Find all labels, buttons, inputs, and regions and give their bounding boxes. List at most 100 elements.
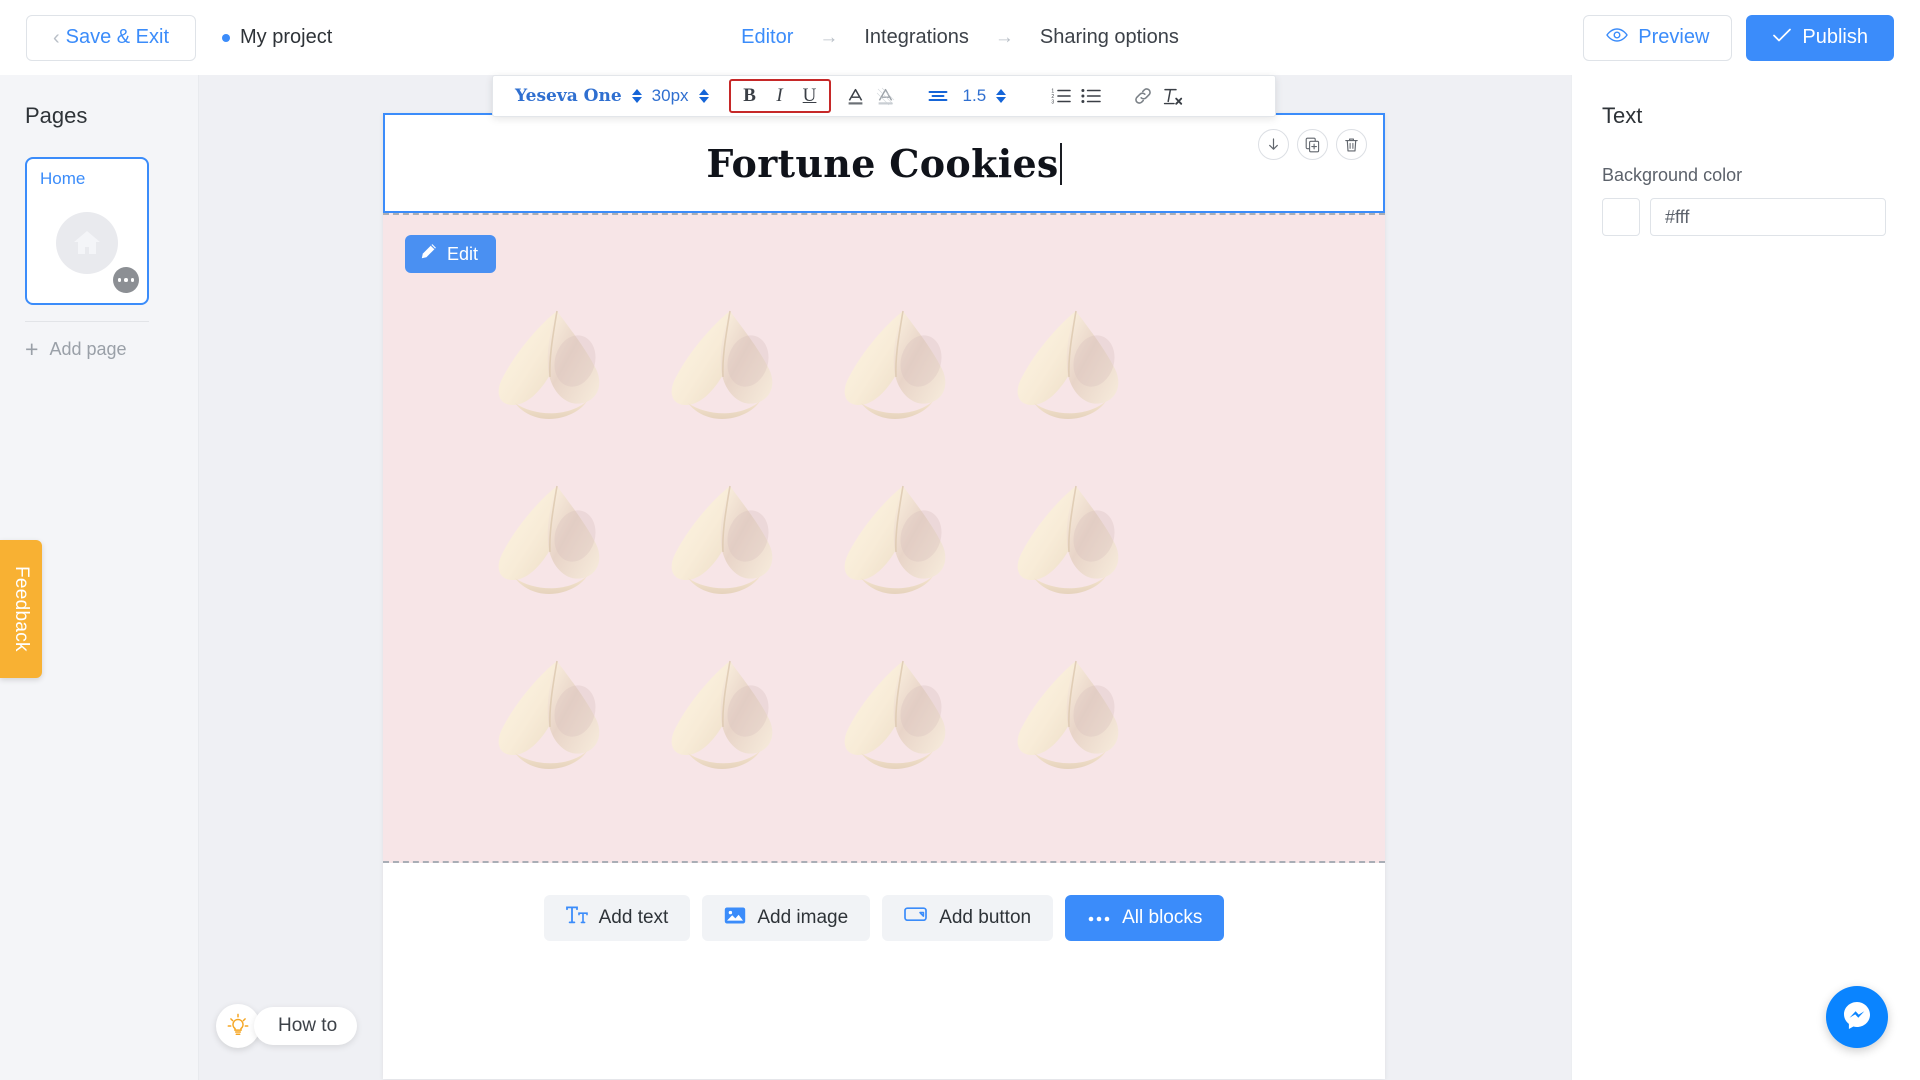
align-center-icon[interactable]	[923, 81, 953, 111]
top-bar-actions: Preview Publish	[1583, 14, 1894, 61]
fortune-cookie-image	[498, 310, 599, 419]
text-color-icon[interactable]	[841, 81, 871, 111]
editor-workspace: Fortune Cookies Edit Add text Add image …	[199, 75, 1571, 1080]
add-page-button[interactable]: + Add page	[25, 338, 198, 361]
dots-icon	[1087, 907, 1111, 929]
chevron-left-icon: ‹	[52, 26, 60, 49]
delete-icon[interactable]	[1336, 129, 1367, 160]
add-button-label: Add button	[939, 907, 1032, 928]
project-name[interactable]: My project	[222, 26, 332, 49]
line-height-select[interactable]: 1.5	[963, 86, 987, 106]
add-text-label: Add text	[598, 907, 669, 928]
cookie-image-grid	[463, 273, 1153, 798]
add-button-button[interactable]: Add button	[882, 895, 1054, 941]
line-height-stepper[interactable]	[996, 89, 1007, 103]
feedback-tab[interactable]: Feedback	[0, 540, 42, 678]
add-block-bar: Add text Add image Add button All blocks	[383, 863, 1385, 1079]
font-family-stepper[interactable]	[631, 89, 642, 103]
text-block[interactable]: Fortune Cookies	[383, 113, 1385, 213]
add-image-label: Add image	[757, 907, 849, 928]
text-icon	[565, 906, 588, 930]
font-size-stepper[interactable]	[698, 89, 709, 103]
add-page-label: Add page	[49, 339, 127, 359]
image-block[interactable]: Edit	[383, 213, 1385, 863]
breadcrumb-item-integrations[interactable]: Integrations	[860, 26, 973, 49]
font-family-select[interactable]: Yeseva One	[515, 86, 622, 106]
all-blocks-label: All blocks	[1122, 907, 1203, 928]
save-and-exit-button[interactable]: ‹ Save & Exit	[26, 14, 196, 61]
preview-label: Preview	[1638, 26, 1710, 48]
feedback-label: Feedback	[11, 566, 32, 652]
link-icon[interactable]	[1128, 81, 1158, 111]
publish-label: Publish	[1802, 26, 1868, 48]
fortune-cookie-image	[844, 485, 945, 594]
messenger-icon	[1839, 997, 1875, 1038]
fortune-cookie-image	[498, 660, 599, 769]
page-canvas: Fortune Cookies Edit Add text Add image …	[383, 113, 1385, 1079]
breadcrumb-item-editor[interactable]: Editor	[737, 26, 797, 49]
text-highlight-icon[interactable]	[871, 81, 901, 111]
fortune-cookie-image	[1017, 660, 1118, 769]
color-swatch[interactable]	[1602, 198, 1640, 236]
sidebar-divider	[25, 321, 149, 322]
block-actions	[1258, 129, 1367, 160]
bullet-list-icon[interactable]	[1076, 81, 1106, 111]
save-and-exit-label: Save & Exit	[65, 26, 170, 48]
page-card-home[interactable]: Home	[25, 157, 149, 305]
pencil-icon	[419, 242, 438, 266]
fortune-cookie-image	[1017, 310, 1118, 419]
text-format-toolbar: Yeseva One 30px B I U 1.5 1 2 3	[492, 75, 1276, 117]
fortune-cookie-image	[671, 485, 772, 594]
fortune-cookie-image	[498, 485, 599, 594]
fortune-cookie-image	[671, 660, 772, 769]
svg-text:3: 3	[1052, 99, 1055, 104]
image-icon	[724, 906, 746, 931]
breadcrumb: Editor → Integrations → Sharing options	[737, 26, 1183, 49]
home-icon	[56, 211, 118, 274]
preview-button[interactable]: Preview	[1583, 14, 1733, 61]
breadcrumb-arrow-icon: →	[819, 26, 839, 48]
ordered-list-icon[interactable]: 1 2 3	[1046, 81, 1076, 111]
fortune-cookie-image	[1017, 485, 1118, 594]
move-down-icon[interactable]	[1258, 129, 1289, 160]
edit-image-block-button[interactable]: Edit	[405, 235, 497, 273]
all-blocks-button[interactable]: All blocks	[1065, 895, 1225, 941]
duplicate-icon[interactable]	[1297, 129, 1328, 160]
eye-icon	[1606, 27, 1629, 48]
italic-button[interactable]: I	[765, 81, 795, 111]
messenger-button[interactable]	[1826, 986, 1888, 1048]
background-color-input[interactable]	[1650, 198, 1886, 236]
top-bar: ‹ Save & Exit My project Editor → Integr…	[0, 0, 1920, 75]
project-name-label: My project	[240, 26, 333, 48]
breadcrumb-item-sharing-options[interactable]: Sharing options	[1036, 26, 1183, 49]
add-image-button[interactable]: Add image	[702, 895, 871, 941]
plus-icon: +	[25, 336, 39, 362]
how-to-label: How to	[254, 1007, 358, 1045]
font-size-select[interactable]: 30px	[652, 86, 689, 106]
publish-button[interactable]: Publish	[1746, 14, 1894, 61]
check-icon	[1772, 27, 1792, 48]
fortune-cookie-image	[844, 310, 945, 419]
more-dots-icon	[117, 278, 122, 282]
clear-formatting-icon[interactable]	[1158, 81, 1188, 111]
bold-italic-underline-group: B I U	[728, 79, 831, 113]
text-caret	[1059, 142, 1062, 185]
button-icon	[904, 906, 928, 930]
properties-panel: Text Background color	[1571, 75, 1920, 1080]
how-to-widget[interactable]: How to	[216, 1004, 358, 1048]
page-card-more-button[interactable]	[113, 267, 139, 293]
panel-title: Text	[1602, 103, 1643, 128]
fortune-cookie-image	[844, 660, 945, 769]
edit-label: Edit	[447, 243, 479, 264]
more-dots-icon	[130, 278, 135, 282]
project-status-dot	[222, 33, 230, 42]
more-dots-icon	[124, 278, 128, 282]
add-text-button[interactable]: Add text	[543, 895, 691, 941]
bold-button[interactable]: B	[735, 81, 765, 111]
pages-sidebar: Pages Home + Add page Feedback	[0, 75, 199, 1080]
page-title[interactable]: Fortune Cookies	[706, 141, 1062, 186]
breadcrumb-arrow-icon: →	[994, 26, 1014, 48]
fortune-cookie-image	[671, 310, 772, 419]
underline-button[interactable]: U	[795, 81, 825, 111]
sidebar-title: Pages	[25, 103, 88, 128]
